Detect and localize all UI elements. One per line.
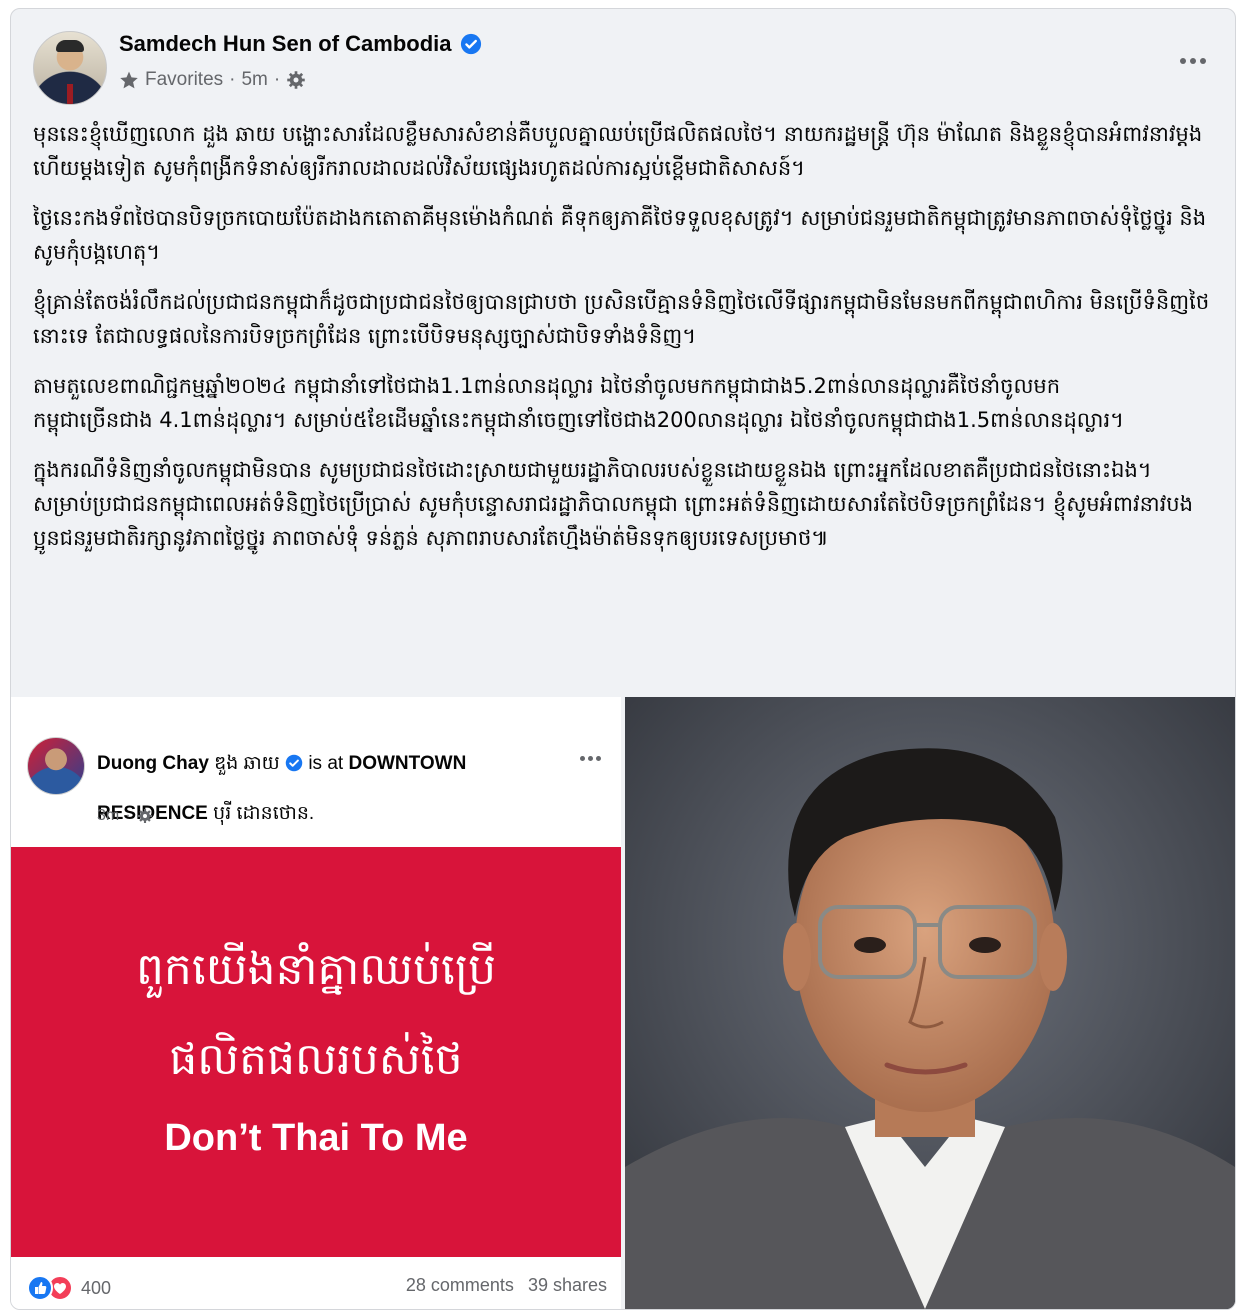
reaction-count: 400	[81, 1277, 112, 1298]
shared-post-meta: 3m ·	[97, 807, 153, 825]
banner-khmer-line-1: ពួកយើងនាំគ្នាឈប់ប្រើ	[135, 944, 497, 995]
post-paragraph: តាមតួលេខពាណិជ្ជកម្មឆ្នាំ២០២៤ កម្ពុជានាំទ…	[33, 374, 1124, 432]
post-text: មុននេះខ្ញុំឃើញលោក ដួង ឆាយ បង្ហោះសារដែលខ្…	[33, 117, 1218, 571]
post-paragraph: ថ្ងៃនេះកងទ័ពថៃបានបិទច្រកបោយប៉ែតដាងកតោតាគ…	[33, 206, 1207, 264]
gear-icon[interactable]	[286, 70, 306, 90]
post-paragraph: ខ្ញុំគ្រាន់តែចង់រំលឹកដល់ប្រជាជនកម្ពុជាក៏…	[33, 290, 1210, 348]
post-header: Samdech Hun Sen of Cambodia Favorites · …	[33, 31, 1213, 107]
portrait-illustration	[625, 697, 1235, 1309]
author-name-row: Samdech Hun Sen of Cambodia	[119, 31, 482, 57]
post-paragraph: មុននេះខ្ញុំឃើញលោក ដួង ឆាយ បង្ហោះសារដែលខ្…	[33, 122, 1203, 180]
author-name[interactable]: Samdech Hun Sen of Cambodia	[119, 31, 452, 57]
post-time[interactable]: 5m	[241, 69, 267, 91]
post-card: Samdech Hun Sen of Cambodia Favorites · …	[10, 8, 1236, 1310]
star-icon	[120, 71, 138, 89]
author-avatar[interactable]	[33, 31, 107, 105]
shares-count: 39 shares	[527, 1275, 607, 1295]
audience-label[interactable]: Favorites	[145, 69, 223, 91]
shared-post-footer: 400 28 comments 39 shares	[27, 1275, 607, 1303]
comments-count: 28 comments	[405, 1275, 514, 1295]
shared-author-avatar	[27, 737, 85, 795]
shared-post-time: 3m	[97, 807, 120, 824]
shared-post-screenshot[interactable]: Duong Chay ឌួង ឆាយ is at DOWNTOWN RESIDE…	[11, 697, 621, 1309]
portrait-photo[interactable]	[625, 697, 1235, 1309]
more-options-icon[interactable]	[1173, 51, 1213, 71]
reactions-summary: 400	[27, 1275, 111, 1301]
verified-badge-icon	[285, 754, 303, 772]
more-options-icon	[573, 751, 607, 765]
red-banner: ពួកយើងនាំគ្នាឈប់ប្រើ ផលិតផលរបស់ថៃ Don’t …	[11, 847, 621, 1257]
banner-english-slogan: Don’t Thai To Me	[164, 1117, 468, 1159]
post-paragraph: ក្នុងករណីទំនិញនាំចូលកម្ពុជាមិនបាន សូមប្រ…	[33, 458, 1193, 550]
engagement-counts: 28 comments 39 shares	[406, 1275, 607, 1296]
verified-badge-icon	[460, 33, 481, 55]
meta-separator: ·	[229, 69, 236, 90]
is-at-label: is at	[308, 753, 344, 774]
place-suffix: បុរី ដោនថោន.	[213, 803, 315, 824]
gear-icon	[137, 809, 152, 823]
banner-khmer-line-2: ផលិតផលរបស់ថៃ	[169, 1034, 463, 1085]
shared-author-line: Duong Chay ឌួង ឆាយ is at DOWNTOWN RESIDE…	[97, 739, 527, 839]
shared-author-name-khmer: ឌួង ឆាយ	[214, 753, 280, 774]
shared-author-name: Duong Chay	[97, 753, 209, 774]
like-reaction-icon	[27, 1275, 53, 1301]
post-media[interactable]: Duong Chay ឌួង ឆាយ is at DOWNTOWN RESIDE…	[11, 697, 1235, 1309]
post-meta: Favorites · 5m ·	[119, 69, 306, 91]
meta-separator: ·	[273, 69, 281, 90]
